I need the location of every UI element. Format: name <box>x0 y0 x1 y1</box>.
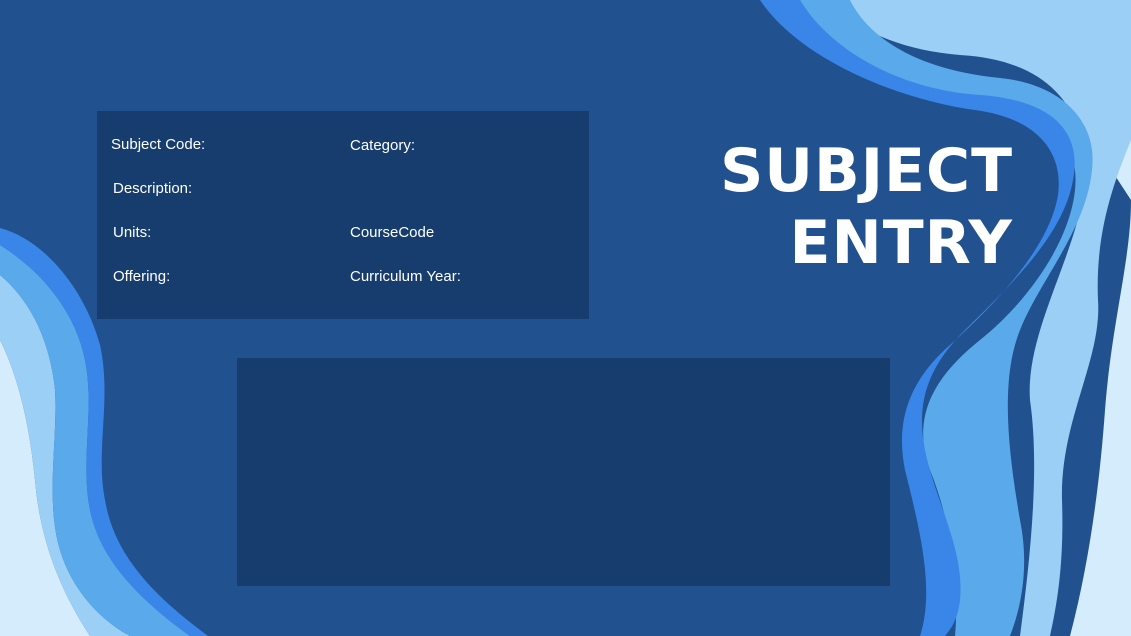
subject-form-panel: Subject Code: Category: Description: Uni… <box>97 111 589 319</box>
subject-list-panel[interactable] <box>237 358 890 586</box>
course-code-label: CourseCode <box>350 224 435 241</box>
page-title-line-2: ENTRY <box>789 208 1013 278</box>
offering-label: Offering: <box>113 268 171 285</box>
category-label: Category: <box>350 137 416 154</box>
page-title-line-1: SUBJECT <box>720 136 1013 206</box>
subject-code-label: Subject Code: <box>111 136 206 153</box>
curriculum-year-label: Curriculum Year: <box>350 268 461 285</box>
units-label: Units: <box>113 224 152 241</box>
description-label: Description: <box>113 180 193 197</box>
